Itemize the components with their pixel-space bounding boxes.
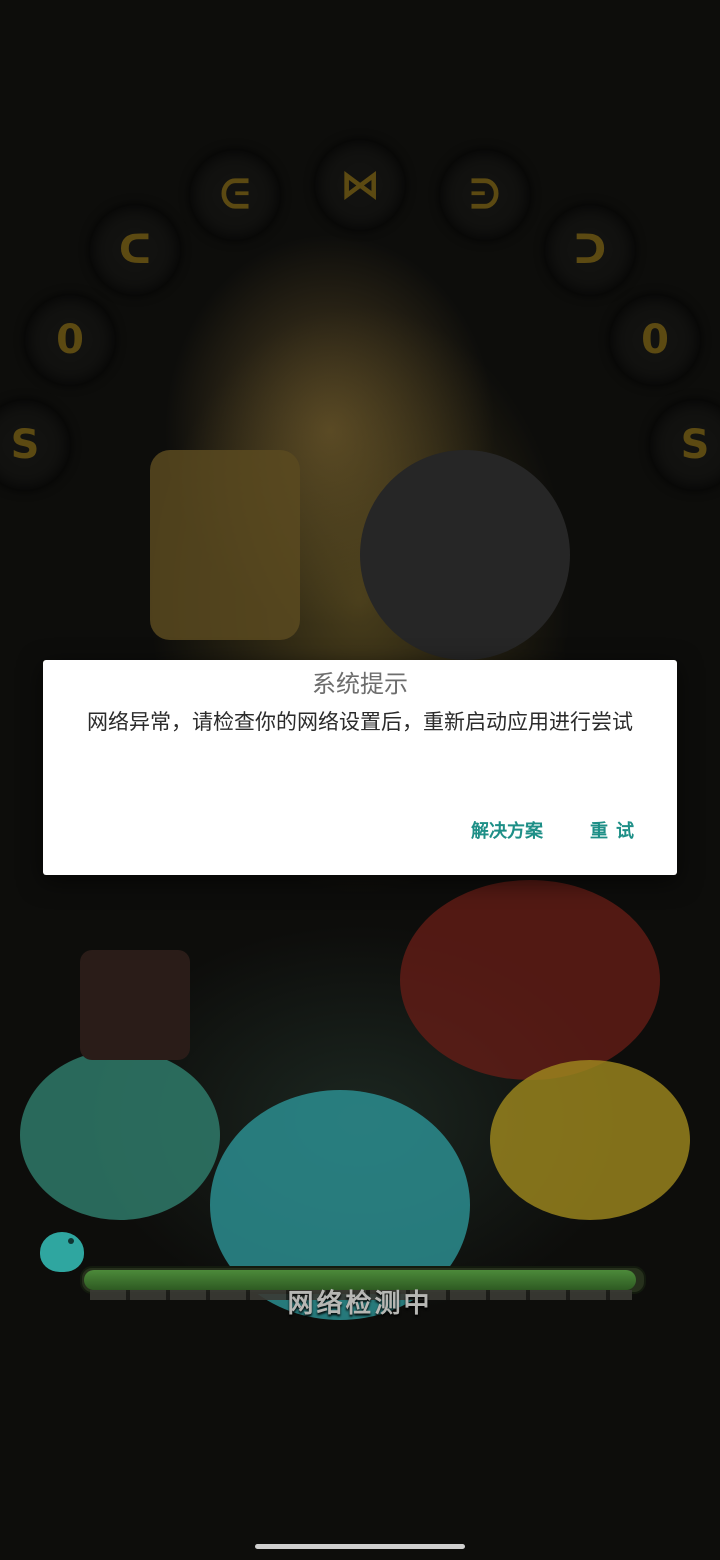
green-slime-hat (20, 1050, 220, 1220)
solution-button[interactable]: 解决方案 (471, 814, 543, 850)
arch-stone: ⋈ (315, 140, 405, 230)
home-indicator-bar[interactable] (255, 1544, 465, 1549)
dialog-title: 系统提示 (312, 670, 408, 698)
arch-stone: ᕭ (440, 150, 530, 240)
arch-stone: 0 (610, 295, 700, 385)
system-alert-dialog: 系统提示 网络异常，请检查你的网络设置后，重新启动应用进行尝试 解决方案 重试 (43, 660, 677, 875)
retry-button[interactable]: 重试 (590, 814, 642, 850)
loading-status-text: 网络检测中 (287, 1289, 433, 1319)
arch-stone: S (0, 400, 70, 490)
spiked-ball-monster (360, 450, 570, 660)
arch-stone: ᑐ (545, 205, 635, 295)
dialog-message: 网络异常，请检查你的网络设置后，重新启动应用进行尝试 (87, 710, 633, 734)
yellow-slime (490, 1060, 690, 1220)
slime-mascot-icon (40, 1232, 84, 1272)
arch-stone: ᑕ (90, 205, 180, 295)
arch-stone: ᕮ (190, 150, 280, 240)
top-hat (80, 950, 190, 1060)
red-dragon (400, 880, 660, 1080)
arch-stone: 0 (25, 295, 115, 385)
tower-monster (150, 450, 300, 640)
arch-stone: S (650, 400, 720, 490)
